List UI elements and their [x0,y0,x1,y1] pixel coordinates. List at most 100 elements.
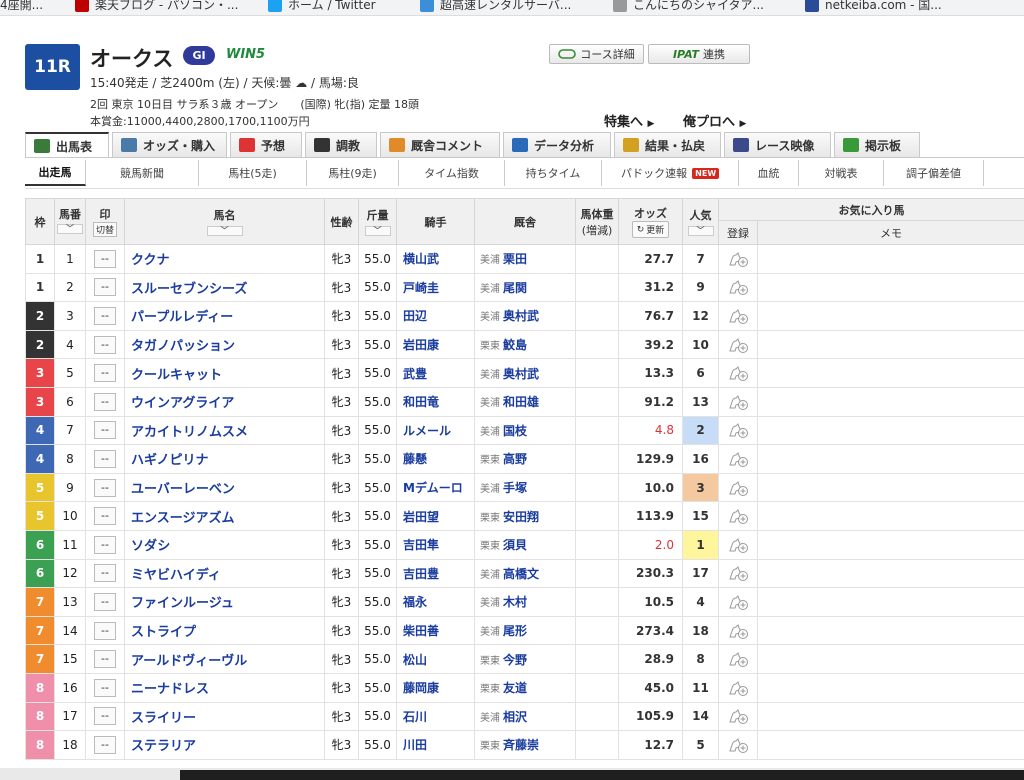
trainer-link[interactable]: 須貝 [503,538,527,552]
memo-cell[interactable] [757,615,1024,646]
tab-4[interactable]: 調教 [305,132,377,157]
trainer-link[interactable]: 相沢 [503,710,527,724]
bookmark-item[interactable]: ホーム / Twitter [268,0,376,13]
sort-chevron-icon[interactable]: ﹀ [57,224,83,234]
jockey-link[interactable]: 柴田善 [397,624,439,638]
ore-pro-link[interactable]: 俺プロへ ▶ [683,111,746,130]
horse-name-link[interactable]: スライリー [125,711,196,726]
favorite-add-icon[interactable] [727,709,749,725]
subtab-2[interactable]: 競馬新聞 [86,160,199,186]
mark-select[interactable]: -- [94,707,116,726]
jockey-link[interactable]: 吉田隼 [397,538,439,552]
header-horse[interactable]: 馬名 ﹀ [124,198,325,245]
trainer-link[interactable]: 国枝 [503,424,527,438]
memo-cell[interactable] [757,244,1024,274]
mark-select[interactable]: -- [94,535,116,554]
jockey-link[interactable]: 戸崎圭 [397,281,439,295]
bookmark-item[interactable]: 4座開... [0,0,43,13]
trainer-link[interactable]: 斉藤崇 [503,738,539,752]
bookmark-item[interactable]: netkeiba.com - 国... [805,0,942,13]
horse-name-link[interactable]: スルーセブンシーズ [125,282,247,297]
horse-name-link[interactable]: エンスージアズム [125,511,234,526]
horse-name-link[interactable]: ニーナドレス [125,682,209,697]
favorite-add-icon[interactable] [727,680,749,696]
jockey-link[interactable]: 吉田豊 [397,567,439,581]
subtab-9[interactable]: 対戦表 [799,160,884,186]
mark-select[interactable]: -- [94,421,116,440]
trainer-link[interactable]: 高野 [503,452,527,466]
memo-cell[interactable] [757,558,1024,589]
horse-name-link[interactable]: ユーバーレーベン [125,482,235,497]
jockey-link[interactable]: 石川 [397,710,427,724]
jockey-link[interactable]: 岩田康 [397,338,439,352]
favorite-add-icon[interactable] [727,394,749,410]
subtab-1[interactable]: 出走馬 [25,160,86,186]
favorite-add-icon[interactable] [727,652,749,668]
mark-select[interactable]: -- [94,449,116,468]
tab-1[interactable]: 出馬表 [25,132,109,158]
sort-chevron-icon[interactable]: ﹀ [364,226,391,236]
subtab-7[interactable]: パドック速報 NEW [602,160,739,186]
trainer-link[interactable]: 和田雄 [503,395,539,409]
subtab-4[interactable]: 馬柱(9走) [307,160,399,186]
favorite-add-icon[interactable] [727,251,749,267]
sort-chevron-icon[interactable]: ﹀ [687,226,714,236]
trainer-link[interactable]: 高橋文 [503,567,539,581]
jockey-link[interactable]: 藤懸 [397,452,427,466]
tab-2[interactable]: オッズ・購入 [112,132,227,157]
trainer-link[interactable]: 友道 [503,681,527,695]
favorite-add-icon[interactable] [727,451,749,467]
odds-refresh-button[interactable]: ↻ 更新 [631,221,670,238]
horse-name-link[interactable]: ソダシ [125,539,170,554]
memo-cell[interactable] [757,587,1024,617]
horse-name-link[interactable]: ステラリア [125,739,196,754]
favorite-add-icon[interactable] [727,594,749,610]
trainer-link[interactable]: 尾関 [503,281,527,295]
horse-name-link[interactable]: パープルレディー [125,310,233,325]
horse-name-link[interactable]: クールキャット [125,368,222,383]
header-umaban[interactable]: 馬番 ﹀ [54,198,86,245]
favorite-add-icon[interactable] [727,423,749,439]
favorite-add-icon[interactable] [727,509,749,525]
mark-select[interactable]: -- [94,335,116,354]
horse-name-link[interactable]: タガノパッション [125,339,235,354]
favorite-add-icon[interactable] [727,566,749,582]
tab-3[interactable]: 予想 [230,132,302,157]
trainer-link[interactable]: 鮫島 [503,338,527,352]
jockey-link[interactable]: 武豊 [397,367,427,381]
mark-select[interactable]: -- [94,678,116,697]
memo-cell[interactable] [757,444,1024,474]
memo-cell[interactable] [757,301,1024,331]
horse-name-link[interactable]: アカイトリノムスメ [125,425,248,440]
memo-cell[interactable] [757,501,1024,531]
tab-9[interactable]: 掲示板 [834,132,920,157]
jockey-link[interactable]: 岩田望 [397,510,439,524]
memo-cell[interactable] [757,529,1024,560]
jockey-link[interactable]: 川田 [397,738,427,752]
mark-select[interactable]: -- [94,621,116,640]
trainer-link[interactable]: 栗田 [503,252,527,266]
mark-toggle-button[interactable]: 切替 [92,222,117,237]
mark-select[interactable]: -- [94,306,116,325]
favorite-add-icon[interactable] [727,737,749,753]
memo-cell[interactable] [757,672,1024,703]
ipat-link-button[interactable]: IPAT 連携 [648,44,750,64]
mark-select[interactable]: -- [94,392,116,411]
bookmark-item[interactable]: 楽天ブログ - パソコン・... [75,0,238,13]
favorite-add-icon[interactable] [727,280,749,296]
subtab-3[interactable]: 馬柱(5走) [199,160,307,186]
trainer-link[interactable]: 手塚 [503,481,527,495]
mark-select[interactable]: -- [94,592,116,611]
bookmark-item[interactable]: 超高速レンタルサーバ... [420,0,571,13]
trainer-link[interactable]: 尾形 [503,624,527,638]
jockey-link[interactable]: 福永 [397,595,427,609]
memo-cell[interactable] [757,472,1024,503]
memo-cell[interactable] [757,272,1024,303]
subtab-8[interactable]: 血統 [739,160,799,186]
jockey-link[interactable]: Mデムーロ [397,481,463,495]
special-feature-link[interactable]: 特集へ ▶ [604,111,654,130]
mark-select[interactable]: -- [94,650,116,669]
mark-select[interactable]: -- [94,478,116,497]
memo-cell[interactable] [757,415,1024,446]
jockey-link[interactable]: 田辺 [397,309,427,323]
